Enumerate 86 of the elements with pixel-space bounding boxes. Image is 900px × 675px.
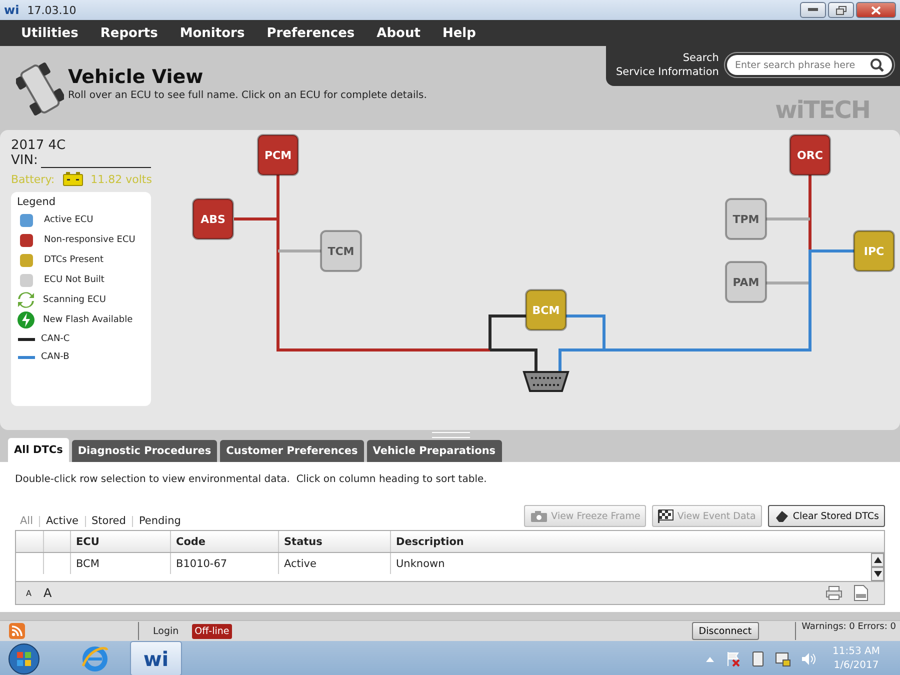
print-icon[interactable] [826, 586, 842, 600]
ecu-node[interactable]: ORC [789, 134, 831, 176]
page-title: Vehicle View [68, 66, 204, 88]
menu-item[interactable]: Preferences [256, 26, 366, 40]
camera-icon [530, 510, 548, 522]
battery-icon [62, 172, 83, 186]
search-icon [870, 58, 884, 72]
battery-label: Battery: [11, 172, 55, 186]
login-link[interactable]: Login [153, 626, 179, 636]
legend-label: New Flash Available [43, 315, 133, 325]
menu-item[interactable]: Reports [89, 26, 169, 40]
connection-status-badge: Off-line [192, 624, 232, 638]
filter-link[interactable]: Active [46, 515, 79, 527]
legend-label: ECU Not Built [44, 275, 104, 285]
up-arrow-icon [874, 557, 882, 563]
legend-label: Non-responsive ECU [44, 235, 136, 245]
filter-link[interactable]: All [20, 515, 34, 527]
taskbar-app-button[interactable]: wi [130, 641, 182, 675]
column-header[interactable]: Description [391, 531, 884, 552]
app-logo: wi [4, 3, 20, 17]
scroll-down-button[interactable] [871, 567, 884, 581]
diagnostic-connector-icon [522, 371, 570, 392]
pdf-file-icon[interactable] [854, 585, 868, 601]
disconnect-button[interactable]: Disconnect [692, 622, 759, 640]
ecu-node[interactable]: TCM [320, 230, 362, 272]
clock-date: 1/6/2017 [834, 658, 879, 672]
lightning-bolt-icon [17, 311, 35, 329]
action-button[interactable]: Clear Stored DTCs [768, 505, 885, 527]
close-icon [871, 6, 881, 14]
battery-reading: 11.82 volts [90, 172, 152, 186]
minimize-button[interactable] [800, 2, 826, 18]
tab[interactable]: Diagnostic Procedures [72, 440, 218, 462]
refresh-icon [17, 291, 35, 309]
legend-label: DTCs Present [44, 255, 104, 265]
scroll-up-button[interactable] [871, 553, 884, 567]
search-field[interactable]: Enter search phrase here [726, 55, 892, 75]
vin-label: VIN: [11, 153, 38, 168]
legend-label: CAN-C [41, 334, 70, 344]
clock-time: 11:53 AM [832, 644, 880, 658]
menu-item[interactable]: Utilities [10, 26, 90, 40]
ecu-node[interactable]: PCM [257, 134, 299, 176]
page-subtitle: Roll over an ECU to see full name. Click on an ECU for complete details. [68, 90, 427, 101]
resize-handle[interactable] [432, 432, 470, 438]
search-label: Service Information [616, 65, 719, 79]
restore-icon [836, 6, 846, 14]
menu-item[interactable]: Help [431, 26, 487, 40]
vehicle-model: 2017 4C [11, 138, 67, 153]
filter-link[interactable]: Pending [138, 515, 181, 527]
menu-item[interactable]: Monitors [168, 26, 256, 40]
table-cell: Active [279, 553, 391, 574]
minimize-icon [808, 8, 818, 12]
table-cell: BCM [71, 553, 171, 574]
ecu-node[interactable]: PAM [725, 261, 767, 303]
window-title: 17.03.10 [27, 4, 78, 16]
legend-label: Scanning ECU [43, 295, 106, 305]
column-header[interactable]: Status [279, 531, 391, 552]
table-row[interactable]: BCM B1010-67 Active Unknown [16, 553, 871, 574]
rss-icon[interactable] [9, 623, 25, 639]
table-cell: B1010-67 [171, 553, 279, 574]
ecu-node[interactable]: ABS [192, 198, 234, 240]
font-size-button[interactable]: A [43, 586, 52, 600]
column-header[interactable]: Code [171, 531, 279, 552]
instructions-text: Double-click row selection to view environmental data. Click on column heading to sort table. [15, 474, 488, 485]
eraser-icon [774, 509, 790, 523]
down-arrow-icon [874, 571, 882, 577]
legend-title: Legend [17, 196, 57, 208]
search-label: Search [682, 51, 719, 65]
filter-link[interactable]: Stored [92, 515, 126, 527]
tab[interactable]: All DTCs [8, 438, 69, 462]
restore-button[interactable] [828, 2, 854, 18]
device-icon[interactable] [750, 650, 765, 666]
column-header[interactable]: ECU [71, 531, 171, 552]
legend-label: Active ECU [44, 215, 94, 225]
checkered-flag-icon [658, 509, 674, 523]
tab[interactable]: Vehicle Preparations [366, 440, 502, 462]
flag-icon[interactable] [724, 650, 741, 666]
menu-item[interactable]: About [366, 26, 432, 40]
close-button[interactable] [856, 2, 896, 18]
start-button[interactable] [8, 642, 40, 674]
legend-label: CAN-B [41, 352, 70, 362]
network-icon[interactable] [774, 650, 791, 666]
tab[interactable]: Customer Preferences [220, 440, 364, 462]
font-size-button[interactable]: A [26, 588, 32, 598]
warnings-errors-count: Warnings: 0 Errors: 0 [800, 622, 897, 634]
ecu-node[interactable]: TPM [725, 198, 767, 240]
table-cell-text: Unknown [395, 556, 446, 572]
